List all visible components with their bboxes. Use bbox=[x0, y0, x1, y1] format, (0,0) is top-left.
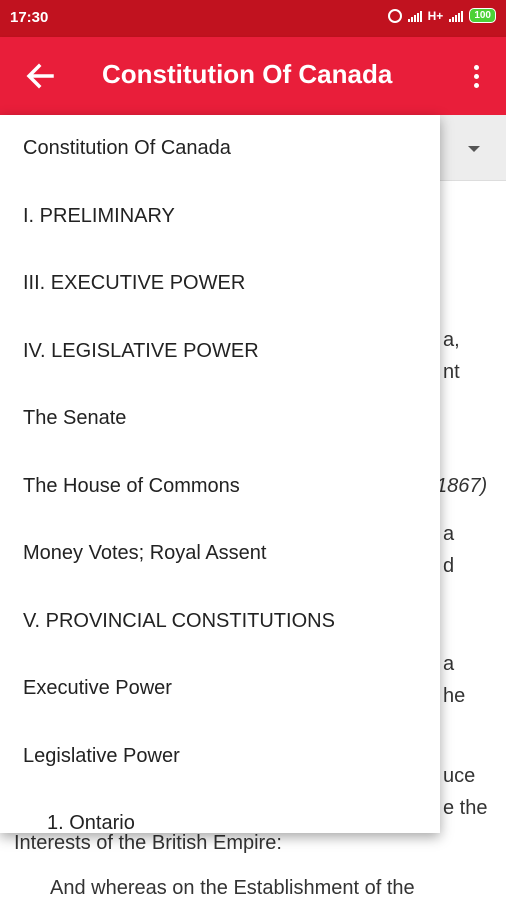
content-text: d bbox=[443, 555, 455, 577]
dropdown-item[interactable]: 1. Ontario bbox=[0, 790, 440, 833]
dropdown-item[interactable]: The House of Commons bbox=[0, 453, 440, 521]
battery-icon: 100 bbox=[469, 8, 496, 23]
alarm-icon bbox=[387, 8, 402, 23]
signal-icon bbox=[407, 10, 422, 22]
app-bar: Constitution Of Canada bbox=[0, 37, 506, 115]
content-text: a bbox=[443, 523, 455, 545]
dropdown-item[interactable]: I. PRELIMINARY bbox=[0, 183, 440, 251]
dropdown-item[interactable]: V. PROVINCIAL CONSTITUTIONS bbox=[0, 588, 440, 656]
content-text: he bbox=[443, 685, 466, 707]
dropdown-item[interactable]: Legislative Power bbox=[0, 723, 440, 791]
dropdown-item[interactable]: IV. LEGISLATIVE POWER bbox=[0, 318, 440, 386]
content-text: nt bbox=[443, 361, 460, 383]
status-icons: H+ 100 bbox=[387, 8, 496, 23]
content-text: And whereas on the Establishment of the bbox=[50, 877, 415, 899]
dropdown-item[interactable]: Executive Power bbox=[0, 655, 440, 723]
content-text: a, bbox=[443, 329, 460, 351]
dropdown-item[interactable]: III. EXECUTIVE POWER bbox=[0, 250, 440, 318]
section-dropdown-menu: Constitution Of Canada I. PRELIMINARY II… bbox=[0, 115, 440, 833]
status-bar: 17:30 H+ 100 bbox=[0, 0, 506, 37]
content-text: 1867) bbox=[436, 475, 488, 497]
content-text: a bbox=[443, 653, 455, 675]
content-text: Interests of the British Empire: bbox=[14, 832, 282, 854]
more-options-icon[interactable] bbox=[466, 59, 486, 93]
dropdown-item[interactable]: The Senate bbox=[0, 385, 440, 453]
network-type: H+ bbox=[427, 8, 444, 23]
dropdown-item[interactable]: Constitution Of Canada bbox=[0, 115, 440, 183]
page-title: Constitution Of Canada bbox=[102, 59, 393, 89]
content-text: uce bbox=[443, 765, 476, 787]
back-arrow-icon[interactable] bbox=[22, 59, 58, 93]
signal-icon-2 bbox=[449, 10, 464, 22]
status-time: 17:30 bbox=[10, 9, 49, 26]
dropdown-arrow-icon[interactable] bbox=[468, 146, 480, 152]
content-text: e the bbox=[443, 797, 488, 819]
dropdown-item[interactable]: Money Votes; Royal Assent bbox=[0, 520, 440, 588]
